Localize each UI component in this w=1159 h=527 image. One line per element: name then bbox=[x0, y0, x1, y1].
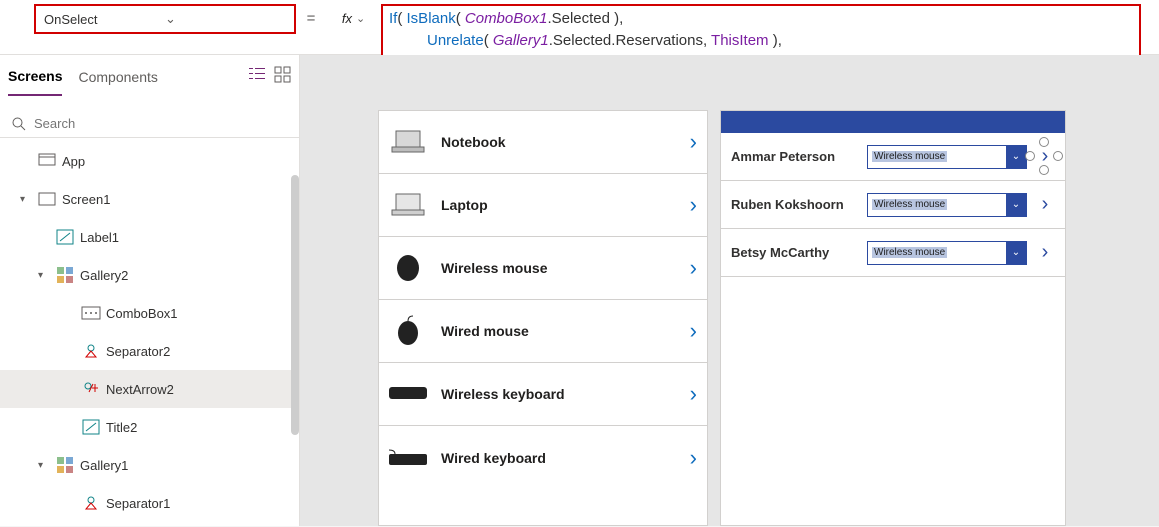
gallery1[interactable]: Notebook › Laptop › Wireless mouse › Wir… bbox=[378, 110, 708, 526]
chevron-right-icon[interactable]: › bbox=[690, 255, 697, 281]
tree-item-separator2[interactable]: Separator2 bbox=[0, 332, 299, 370]
property-dropdown[interactable]: OnSelect ⌄ bbox=[34, 4, 296, 34]
formula-line-2: Unrelate( Gallery1.Selected.Reservations… bbox=[389, 30, 1133, 52]
canvas: Notebook › Laptop › Wireless mouse › Wir… bbox=[300, 55, 1159, 526]
separator-icon bbox=[82, 494, 100, 512]
tree-item-label1[interactable]: Label1 bbox=[0, 218, 299, 256]
screen-icon bbox=[38, 190, 56, 208]
list-item[interactable]: Wireless keyboard › bbox=[379, 363, 707, 426]
combobox1[interactable]: Wireless mouse ⌄ bbox=[867, 193, 1027, 217]
tree-item-gallery2[interactable]: ▾ Gallery2 bbox=[0, 256, 299, 294]
label-icon bbox=[82, 418, 100, 436]
equals-label: = bbox=[296, 4, 326, 34]
product-image-wired-mouse bbox=[389, 315, 427, 347]
tree-item-app[interactable]: App bbox=[0, 142, 299, 180]
chevron-down-icon[interactable]: ⌄ bbox=[1006, 146, 1026, 168]
label-icon bbox=[56, 228, 74, 246]
list-item[interactable]: Wired keyboard › bbox=[379, 426, 707, 489]
caret-down-icon: ▾ bbox=[38, 270, 50, 281]
tree-item-screen1[interactable]: ▾ Screen1 bbox=[0, 180, 299, 218]
list-item[interactable]: Wired mouse › bbox=[379, 300, 707, 363]
tree-item-combobox1[interactable]: ComboBox1 bbox=[0, 294, 299, 332]
tree-search[interactable] bbox=[0, 110, 299, 138]
tree-item-title2[interactable]: Title2 bbox=[0, 408, 299, 446]
chevron-right-icon[interactable]: › bbox=[690, 192, 697, 218]
fx-label[interactable]: fx⌄ bbox=[326, 4, 381, 34]
app-icon bbox=[38, 152, 56, 170]
chevron-right-icon[interactable]: › bbox=[690, 129, 697, 155]
scrollbar-thumb[interactable] bbox=[291, 175, 299, 435]
chevron-right-icon[interactable]: › bbox=[690, 445, 697, 471]
product-image-laptop bbox=[389, 189, 427, 221]
next-arrow[interactable]: › bbox=[1035, 241, 1055, 264]
property-dropdown-value: OnSelect bbox=[44, 12, 165, 27]
list-item[interactable]: Ammar Peterson Wireless mouse ⌄ › bbox=[721, 133, 1065, 181]
reservations-header bbox=[721, 111, 1065, 133]
tree-view-icon[interactable] bbox=[249, 67, 265, 88]
tree-item-separator1[interactable]: Separator1 bbox=[0, 484, 299, 522]
combobox1[interactable]: Wireless mouse ⌄ bbox=[867, 241, 1027, 265]
caret-down-icon: ▾ bbox=[20, 194, 32, 205]
formula-line-1: If( IsBlank( ComboBox1.Selected ), bbox=[389, 8, 1133, 30]
combobox1[interactable]: Wireless mouse ⌄ bbox=[867, 145, 1027, 169]
gallery-icon bbox=[56, 456, 74, 474]
list-item[interactable]: Notebook › bbox=[379, 111, 707, 174]
list-item[interactable]: Ruben Kokshoorn Wireless mouse ⌄ › bbox=[721, 181, 1065, 229]
combobox-icon bbox=[82, 304, 100, 322]
list-item[interactable]: Laptop › bbox=[379, 174, 707, 237]
product-image-wired-keyboard bbox=[389, 442, 427, 474]
chevron-right-icon[interactable]: › bbox=[690, 318, 697, 344]
chevron-down-icon[interactable]: ⌄ bbox=[1006, 194, 1026, 216]
tree-item-nextarrow2[interactable]: NextArrow2 bbox=[0, 370, 299, 408]
tab-components[interactable]: Components bbox=[78, 59, 157, 95]
nextarrow-icon bbox=[82, 380, 100, 398]
tree-search-input[interactable] bbox=[34, 116, 287, 131]
chevron-right-icon[interactable]: › bbox=[690, 381, 697, 407]
list-item[interactable]: Wireless mouse › bbox=[379, 237, 707, 300]
tree-view-pane: Screens Components App ▾ bbox=[0, 55, 300, 526]
caret-down-icon: ▾ bbox=[38, 460, 50, 471]
gallery2[interactable]: Ammar Peterson Wireless mouse ⌄ › Ruben … bbox=[720, 110, 1066, 526]
product-image-wireless-mouse bbox=[389, 252, 427, 284]
separator-icon bbox=[82, 342, 100, 360]
tree-item-gallery1[interactable]: ▾ Gallery1 bbox=[0, 446, 299, 484]
next-arrow[interactable]: › bbox=[1035, 145, 1055, 168]
product-image-wireless-keyboard bbox=[389, 378, 427, 410]
next-arrow[interactable]: › bbox=[1035, 193, 1055, 216]
gallery-icon bbox=[56, 266, 74, 284]
grid-view-icon[interactable] bbox=[275, 67, 291, 88]
chevron-down-icon[interactable]: ⌄ bbox=[1006, 242, 1026, 264]
chevron-down-icon: ⌄ bbox=[165, 11, 286, 27]
product-image-notebook bbox=[389, 126, 427, 158]
search-icon bbox=[12, 117, 26, 131]
tab-screens[interactable]: Screens bbox=[8, 58, 62, 96]
list-item[interactable]: Betsy McCarthy Wireless mouse ⌄ › bbox=[721, 229, 1065, 277]
